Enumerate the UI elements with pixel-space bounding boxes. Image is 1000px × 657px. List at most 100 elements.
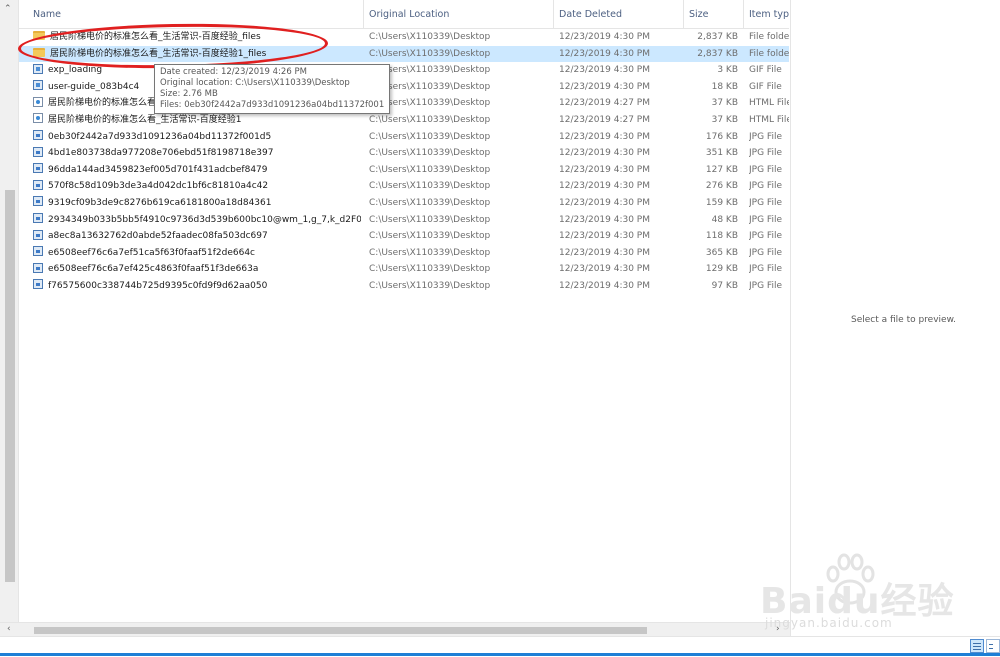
column-header-original-location[interactable]: Original Location bbox=[364, 0, 554, 28]
jpg-file-icon bbox=[33, 130, 43, 141]
file-size-cell: 159 KB bbox=[705, 197, 738, 208]
column-header-size[interactable]: Size bbox=[684, 0, 744, 28]
scroll-up-icon[interactable]: ⌃ bbox=[4, 4, 12, 14]
original-location-cell: C:\Users\X110339\Desktop bbox=[369, 181, 491, 192]
file-name-cell[interactable]: 居民阶梯电价的标准怎么看_生活常识-百度经验1_files bbox=[33, 46, 361, 63]
item-type-cell: JPG File bbox=[749, 164, 782, 175]
table-row[interactable]: e6508eef76c6a7ef425c4863f0faaf51f3de663a… bbox=[19, 261, 789, 278]
table-row[interactable]: 9319cf09b3de9c8276b619ca6181800a18d84361… bbox=[19, 195, 789, 212]
date-deleted-cell: 12/23/2019 4:30 PM bbox=[559, 197, 650, 208]
file-size-cell: 351 KB bbox=[705, 148, 738, 159]
gif-file-icon bbox=[33, 80, 43, 91]
date-deleted-cell: 12/23/2019 4:30 PM bbox=[559, 247, 650, 258]
file-name-cell[interactable]: 4bd1e803738da977208e706ebd51f8198718e397 bbox=[33, 145, 361, 162]
column-header-date-deleted[interactable]: Date Deleted bbox=[554, 0, 684, 28]
item-type-cell: HTML File bbox=[749, 114, 789, 125]
file-size-cell: 276 KB bbox=[705, 181, 738, 192]
file-size-cell: 176 KB bbox=[705, 131, 738, 142]
file-name-cell[interactable]: f76575600c338744b725d9395c0fd9f9d62aa050 bbox=[33, 278, 361, 295]
file-name-cell[interactable]: a8ec8a13632762d0abde52faadec08fa503dc697 bbox=[33, 228, 361, 245]
folder-icon bbox=[33, 31, 45, 40]
file-size-cell: 127 KB bbox=[705, 164, 738, 175]
date-deleted-cell: 12/23/2019 4:30 PM bbox=[559, 148, 650, 159]
file-name-cell[interactable]: e6508eef76c6a7ef425c4863f0faaf51f3de663a bbox=[33, 261, 361, 278]
table-row[interactable]: e6508eef76c6a7ef51ca5f63f0faaf51f2de664c… bbox=[19, 245, 789, 262]
vertical-scrollbar[interactable]: ⌃ ⌄ bbox=[0, 0, 19, 630]
tooltip-size: Size: 2.76 MB bbox=[160, 89, 218, 99]
file-name-cell[interactable]: 居民阶梯电价的标准怎么看_生活常识-百度经验_files bbox=[33, 29, 361, 46]
column-header-item-type[interactable]: Item type bbox=[744, 0, 789, 28]
jpg-file-icon bbox=[33, 279, 43, 290]
file-name: a8ec8a13632762d0abde52faadec08fa503dc697 bbox=[48, 231, 268, 242]
original-location-cell: C:\Users\X110339\Desktop bbox=[369, 114, 491, 125]
original-location-cell: C:\Users\X110339\Desktop bbox=[369, 81, 491, 92]
original-location-cell: C:\Users\X110339\Desktop bbox=[369, 131, 491, 142]
table-row[interactable]: a8ec8a13632762d0abde52faadec08fa503dc697… bbox=[19, 228, 789, 245]
column-header: Name Original Location Date Deleted Size… bbox=[19, 0, 789, 29]
file-size-cell: 18 KB bbox=[711, 81, 738, 92]
item-type-cell: JPG File bbox=[749, 214, 782, 225]
item-type-cell: JPG File bbox=[749, 148, 782, 159]
scroll-right-icon[interactable]: › bbox=[776, 624, 780, 634]
file-name-cell[interactable]: 居民阶梯电价的标准怎么看_生活常识-百度经验1 bbox=[33, 112, 361, 129]
vertical-scroll-thumb[interactable] bbox=[5, 190, 15, 582]
original-location-cell: C:\Users\X110339\Desktop bbox=[369, 231, 491, 242]
table-row[interactable]: f76575600c338744b725d9395c0fd9f9d62aa050… bbox=[19, 278, 789, 295]
large-icons-view-button[interactable] bbox=[986, 639, 1000, 653]
table-row[interactable]: 570f8c58d109b3de3a4d042dc1bf6c81810a4c42… bbox=[19, 178, 789, 195]
details-view-button[interactable] bbox=[970, 639, 984, 653]
file-size-cell: 48 KB bbox=[711, 214, 738, 225]
html-file-icon bbox=[33, 113, 43, 124]
original-location-cell: C:\Users\X110339\Desktop bbox=[369, 98, 491, 109]
table-row[interactable]: 居民阶梯电价的标准怎么看_生活常识-百度经验 C:\Users\X110339\D… bbox=[19, 95, 789, 112]
original-location-cell: C:\Users\X110339\Desktop bbox=[369, 197, 491, 208]
item-type-cell: File folder bbox=[749, 48, 789, 59]
table-row[interactable]: 96dda144ad3459823ef005d701f431adcbef8479… bbox=[19, 162, 789, 179]
file-size-cell: 97 KB bbox=[711, 280, 738, 291]
file-name: 9319cf09b3de9c8276b619ca6181800a18d84361 bbox=[48, 197, 272, 208]
date-deleted-cell: 12/23/2019 4:30 PM bbox=[559, 32, 650, 42]
date-deleted-cell: 12/23/2019 4:27 PM bbox=[559, 98, 650, 109]
file-name: 4bd1e803738da977208e706ebd51f8198718e397 bbox=[48, 148, 274, 159]
table-row[interactable]: 居民阶梯电价的标准怎么看_生活常识-百度经验1_files C:\Users\X1… bbox=[19, 45, 789, 63]
file-name-cell[interactable]: 96dda144ad3459823ef005d701f431adcbef8479 bbox=[33, 162, 361, 179]
original-location-cell: C:\Users\X110339\Desktop bbox=[369, 32, 491, 42]
date-deleted-cell: 12/23/2019 4:30 PM bbox=[559, 81, 650, 92]
tooltip-date-created: Date created: 12/23/2019 4:26 PM bbox=[160, 67, 307, 77]
date-deleted-cell: 12/23/2019 4:30 PM bbox=[559, 264, 650, 275]
file-name-cell[interactable]: 0eb30f2442a7d933d1091236a04bd11372f001d5 bbox=[33, 129, 361, 146]
file-name-cell[interactable]: 2934349b033b5bb5f4910c9736d3d539b600bc10… bbox=[33, 212, 361, 229]
item-type-cell: GIF File bbox=[749, 81, 782, 92]
preview-message: Select a file to preview. bbox=[851, 315, 956, 325]
table-row[interactable]: 0eb30f2442a7d933d1091236a04bd11372f001d5… bbox=[19, 129, 789, 146]
table-row[interactable]: 4bd1e803738da977208e706ebd51f8198718e397… bbox=[19, 145, 789, 162]
jpg-file-icon bbox=[33, 163, 43, 174]
table-row[interactable]: user-guide_083b4c4 C:\Users\X110339\Deskt… bbox=[19, 79, 789, 96]
table-row[interactable]: 居民阶梯电价的标准怎么看_生活常识-百度经验1 C:\Users\X110339\… bbox=[19, 112, 789, 129]
item-type-cell: JPG File bbox=[749, 280, 782, 291]
item-type-cell: File folder bbox=[749, 32, 789, 42]
preview-pane: Select a file to preview. bbox=[790, 0, 1000, 636]
table-row[interactable]: 居民阶梯电价的标准怎么看_生活常识-百度经验_files C:\Users\X11… bbox=[19, 29, 789, 46]
table-row[interactable]: 2934349b033b5bb5f4910c9736d3d539b600bc10… bbox=[19, 212, 789, 229]
file-name: 0eb30f2442a7d933d1091236a04bd11372f001d5 bbox=[48, 131, 272, 142]
date-deleted-cell: 12/23/2019 4:30 PM bbox=[559, 131, 650, 142]
table-row[interactable]: exp_loading C:\Users\X110339\Desktop 12/23… bbox=[19, 62, 789, 79]
date-deleted-cell: 12/23/2019 4:30 PM bbox=[559, 214, 650, 225]
file-name: 居民阶梯电价的标准怎么看_生活常识-百度经验1 bbox=[48, 114, 242, 125]
file-name-cell[interactable]: e6508eef76c6a7ef51ca5f63f0faaf51f2de664c bbox=[33, 245, 361, 262]
item-type-cell: JPG File bbox=[749, 264, 782, 275]
horizontal-scrollbar[interactable]: ‹ › bbox=[0, 622, 790, 637]
horizontal-scroll-thumb[interactable] bbox=[34, 627, 647, 634]
original-location-cell: C:\Users\X110339\Desktop bbox=[369, 280, 491, 291]
original-location-cell: C:\Users\X110339\Desktop bbox=[369, 264, 491, 275]
file-name-cell[interactable]: 9319cf09b3de9c8276b619ca6181800a18d84361 bbox=[33, 195, 361, 212]
file-size-cell: 2,837 KB bbox=[697, 48, 738, 59]
jpg-file-icon bbox=[33, 262, 43, 273]
file-size-cell: 118 KB bbox=[705, 231, 738, 242]
column-header-name[interactable]: Name bbox=[19, 0, 364, 28]
scroll-left-icon[interactable]: ‹ bbox=[7, 624, 11, 634]
file-name-cell[interactable]: 570f8c58d109b3de3a4d042dc1bf6c81810a4c42 bbox=[33, 178, 361, 195]
item-type-cell: JPG File bbox=[749, 181, 782, 192]
item-type-cell: JPG File bbox=[749, 247, 782, 258]
